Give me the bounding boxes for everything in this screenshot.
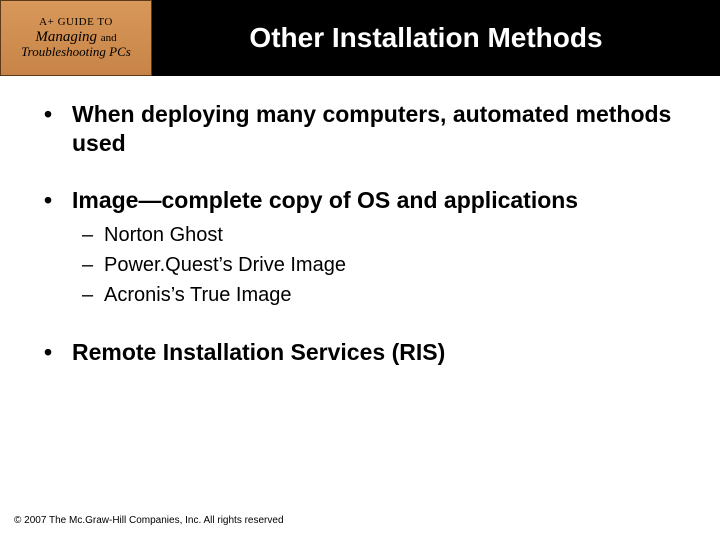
sub-bullet-item: Acronis’s True Image (72, 280, 690, 310)
bullet-list: When deploying many computers, automated… (30, 100, 690, 367)
logo-line2: Managing and (35, 30, 116, 46)
bullet-text: Image—complete copy of OS and applicatio… (72, 187, 578, 213)
sub-bullet-item: Power.Quest’s Drive Image (72, 250, 690, 280)
bullet-text: When deploying many computers, automated… (72, 101, 671, 156)
bullet-item: When deploying many computers, automated… (30, 100, 690, 158)
sub-bullet-list: Norton Ghost Power.Quest’s Drive Image A… (72, 220, 690, 310)
sub-bullet-item: Norton Ghost (72, 220, 690, 250)
bullet-text: Remote Installation Services (RIS) (72, 339, 445, 365)
bullet-item: Remote Installation Services (RIS) (30, 338, 690, 367)
logo-line1: A+ GUIDE TO (39, 17, 113, 29)
logo-and: and (101, 32, 117, 44)
logo-line3: Troubleshooting PCs (21, 45, 131, 59)
slide-content: When deploying many computers, automated… (0, 76, 720, 367)
book-logo: A+ GUIDE TO Managing and Troubleshooting… (0, 0, 152, 76)
slide-title: Other Installation Methods (152, 0, 720, 76)
logo-managing: Managing (35, 29, 97, 45)
bullet-item: Image—complete copy of OS and applicatio… (30, 186, 690, 311)
slide-header: A+ GUIDE TO Managing and Troubleshooting… (0, 0, 720, 76)
copyright-footer: © 2007 The Mc.Graw-Hill Companies, Inc. … (14, 515, 284, 526)
